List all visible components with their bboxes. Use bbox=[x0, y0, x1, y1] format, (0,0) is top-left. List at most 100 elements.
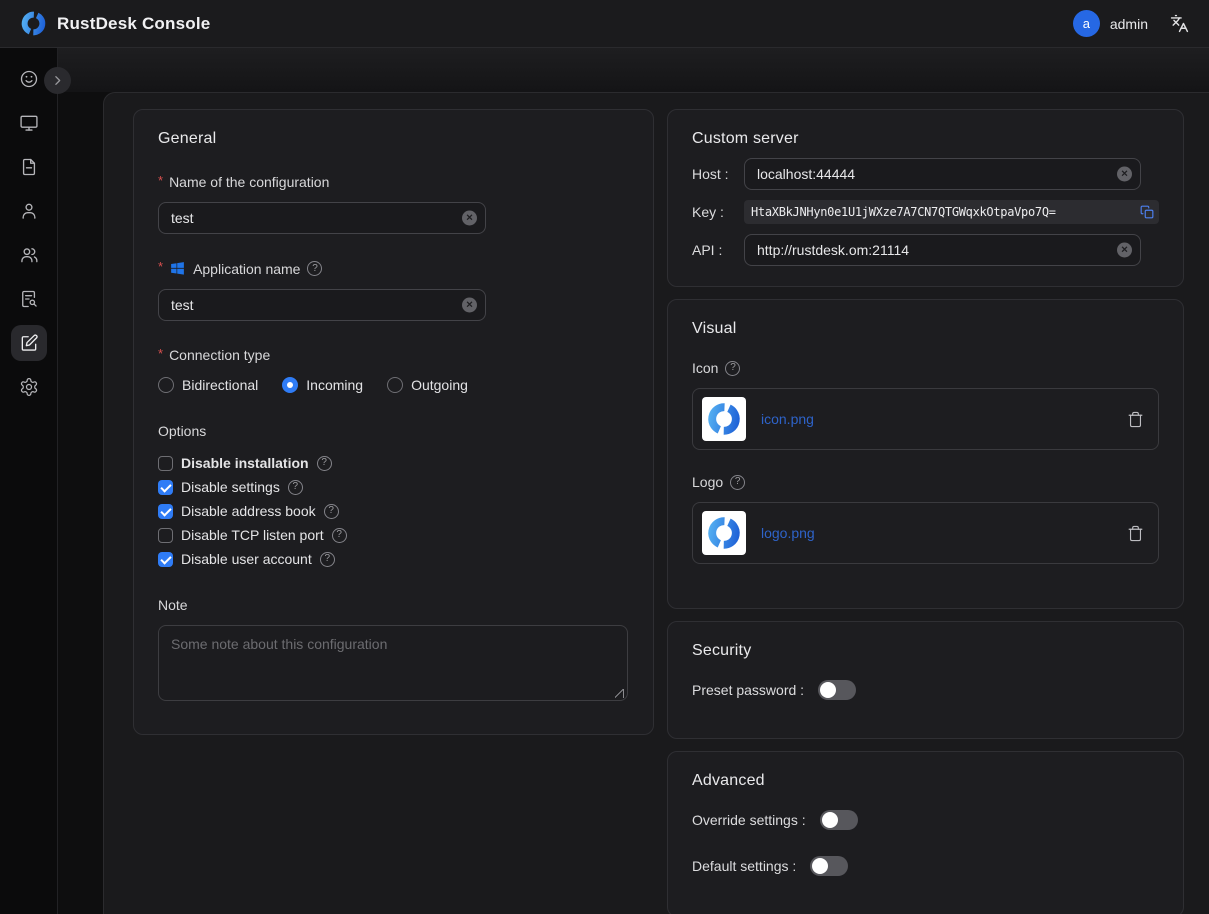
sidebar-item-dashboard[interactable] bbox=[11, 61, 47, 97]
smiley-icon bbox=[19, 69, 39, 89]
preset-password-toggle[interactable] bbox=[818, 680, 856, 700]
key-row: Key : HtaXBkJNHyn0e1U1jWXze7A7CN7QTGWqxk… bbox=[692, 200, 1159, 224]
avatar[interactable]: a bbox=[1073, 10, 1100, 37]
general-card: General * Name of the configuration * bbox=[133, 109, 654, 735]
sidebar-item-settings[interactable] bbox=[11, 369, 47, 405]
app-name-inputwrap bbox=[158, 289, 486, 321]
radio-incoming[interactable]: Incoming bbox=[282, 377, 363, 393]
rustdesk-logo-icon bbox=[20, 10, 47, 37]
sidebar-item-documents[interactable] bbox=[11, 149, 47, 185]
edit-icon bbox=[19, 333, 39, 353]
logo-file-link[interactable]: logo.png bbox=[761, 525, 815, 541]
note-textarea[interactable] bbox=[158, 625, 628, 701]
users-icon bbox=[19, 245, 39, 265]
sidebar-expand-button[interactable] bbox=[44, 67, 71, 94]
override-settings-toggle[interactable] bbox=[820, 810, 858, 830]
app-title: RustDesk Console bbox=[57, 14, 210, 34]
main-panel: General * Name of the configuration * bbox=[103, 92, 1209, 914]
help-icon[interactable] bbox=[317, 456, 332, 471]
clear-icon[interactable] bbox=[1117, 167, 1132, 182]
delete-icon[interactable] bbox=[1127, 525, 1144, 542]
help-icon[interactable] bbox=[730, 475, 745, 490]
config-name-input[interactable] bbox=[158, 202, 486, 234]
default-settings-toggle[interactable] bbox=[810, 856, 848, 876]
visual-title: Visual bbox=[692, 320, 1159, 338]
host-input[interactable] bbox=[744, 158, 1141, 190]
help-icon[interactable] bbox=[725, 361, 740, 376]
check-disable-user-account[interactable]: Disable user account bbox=[158, 551, 629, 567]
custom-server-card: Custom server Host : Key : HtaXBkJNHyn0e… bbox=[667, 109, 1184, 287]
checkbox-icon[interactable] bbox=[158, 528, 173, 543]
connection-type-group: Bidirectional Incoming Outgoing bbox=[158, 377, 629, 393]
rustdesk-logo-icon bbox=[706, 515, 742, 551]
translate-icon[interactable] bbox=[1170, 14, 1189, 33]
config-name-label: * Name of the configuration bbox=[158, 174, 629, 190]
icon-file-link[interactable]: icon.png bbox=[761, 411, 814, 427]
radio-icon[interactable] bbox=[282, 377, 298, 393]
note-label: Note bbox=[158, 597, 629, 613]
key-codebox: HtaXBkJNHyn0e1U1jWXze7A7CN7QTGWqxkOtpaVp… bbox=[744, 200, 1159, 224]
checkbox-icon[interactable] bbox=[158, 480, 173, 495]
help-icon[interactable] bbox=[307, 261, 322, 276]
help-icon[interactable] bbox=[288, 480, 303, 495]
required-star: * bbox=[158, 173, 163, 188]
brand: RustDesk Console bbox=[20, 10, 210, 37]
logo-file-box: logo.png bbox=[692, 502, 1159, 564]
default-settings-label: Default settings : bbox=[692, 858, 796, 874]
api-input[interactable] bbox=[744, 234, 1141, 266]
api-inputwrap bbox=[744, 234, 1141, 266]
toggle-knob bbox=[820, 682, 836, 698]
icon-label: Icon bbox=[692, 360, 1159, 376]
content-top-band bbox=[58, 48, 1209, 92]
advanced-card: Advanced Override settings : Default set… bbox=[667, 751, 1184, 914]
logo-label: Logo bbox=[692, 474, 1159, 490]
sidebar-item-groups[interactable] bbox=[11, 237, 47, 273]
app-name-input[interactable] bbox=[158, 289, 486, 321]
checkbox-icon[interactable] bbox=[158, 552, 173, 567]
icon-file-box: icon.png bbox=[692, 388, 1159, 450]
app-name-label: * Application name bbox=[158, 260, 629, 277]
help-icon[interactable] bbox=[320, 552, 335, 567]
config-name-inputwrap bbox=[158, 202, 486, 234]
sidebar-item-users[interactable] bbox=[11, 193, 47, 229]
preset-password-row: Preset password : bbox=[692, 680, 1159, 700]
radio-outgoing[interactable]: Outgoing bbox=[387, 377, 468, 393]
checkbox-icon[interactable] bbox=[158, 504, 173, 519]
windows-icon bbox=[169, 260, 186, 277]
logo-thumbnail bbox=[702, 511, 746, 555]
help-icon[interactable] bbox=[332, 528, 347, 543]
checkbox-icon[interactable] bbox=[158, 456, 173, 471]
file-text-icon bbox=[19, 157, 39, 177]
copy-icon[interactable] bbox=[1136, 205, 1154, 219]
clear-icon[interactable] bbox=[462, 211, 477, 226]
preset-password-label: Preset password : bbox=[692, 682, 804, 698]
visual-card: Visual Icon icon.png bbox=[667, 299, 1184, 609]
settings-icon bbox=[19, 377, 39, 397]
check-disable-settings[interactable]: Disable settings bbox=[158, 479, 629, 495]
host-inputwrap bbox=[744, 158, 1141, 190]
connection-type-label: * Connection type bbox=[158, 347, 629, 363]
username: admin bbox=[1110, 16, 1148, 32]
check-disable-tcp-listen-port[interactable]: Disable TCP listen port bbox=[158, 527, 629, 543]
resize-handle[interactable] bbox=[615, 689, 624, 698]
sidebar-item-audit[interactable] bbox=[11, 281, 47, 317]
advanced-title: Advanced bbox=[692, 772, 1159, 790]
check-disable-address-book[interactable]: Disable address book bbox=[158, 503, 629, 519]
radio-bidirectional[interactable]: Bidirectional bbox=[158, 377, 258, 393]
key-label: Key : bbox=[692, 204, 744, 220]
radio-icon[interactable] bbox=[387, 377, 403, 393]
delete-icon[interactable] bbox=[1127, 411, 1144, 428]
help-icon[interactable] bbox=[324, 504, 339, 519]
general-title: General bbox=[158, 130, 629, 148]
clear-icon[interactable] bbox=[1117, 243, 1132, 258]
check-disable-installation[interactable]: Disable installation bbox=[158, 455, 629, 471]
security-card: Security Preset password : bbox=[667, 621, 1184, 739]
radio-icon[interactable] bbox=[158, 377, 174, 393]
sidebar-item-strategies[interactable] bbox=[11, 325, 47, 361]
user-menu[interactable]: a admin bbox=[1073, 10, 1148, 37]
sidebar-item-devices[interactable] bbox=[11, 105, 47, 141]
key-value: HtaXBkJNHyn0e1U1jWXze7A7CN7QTGWqxkOtpaVp… bbox=[751, 205, 1056, 219]
clear-icon[interactable] bbox=[462, 298, 477, 313]
api-label: API : bbox=[692, 242, 744, 258]
toggle-knob bbox=[822, 812, 838, 828]
